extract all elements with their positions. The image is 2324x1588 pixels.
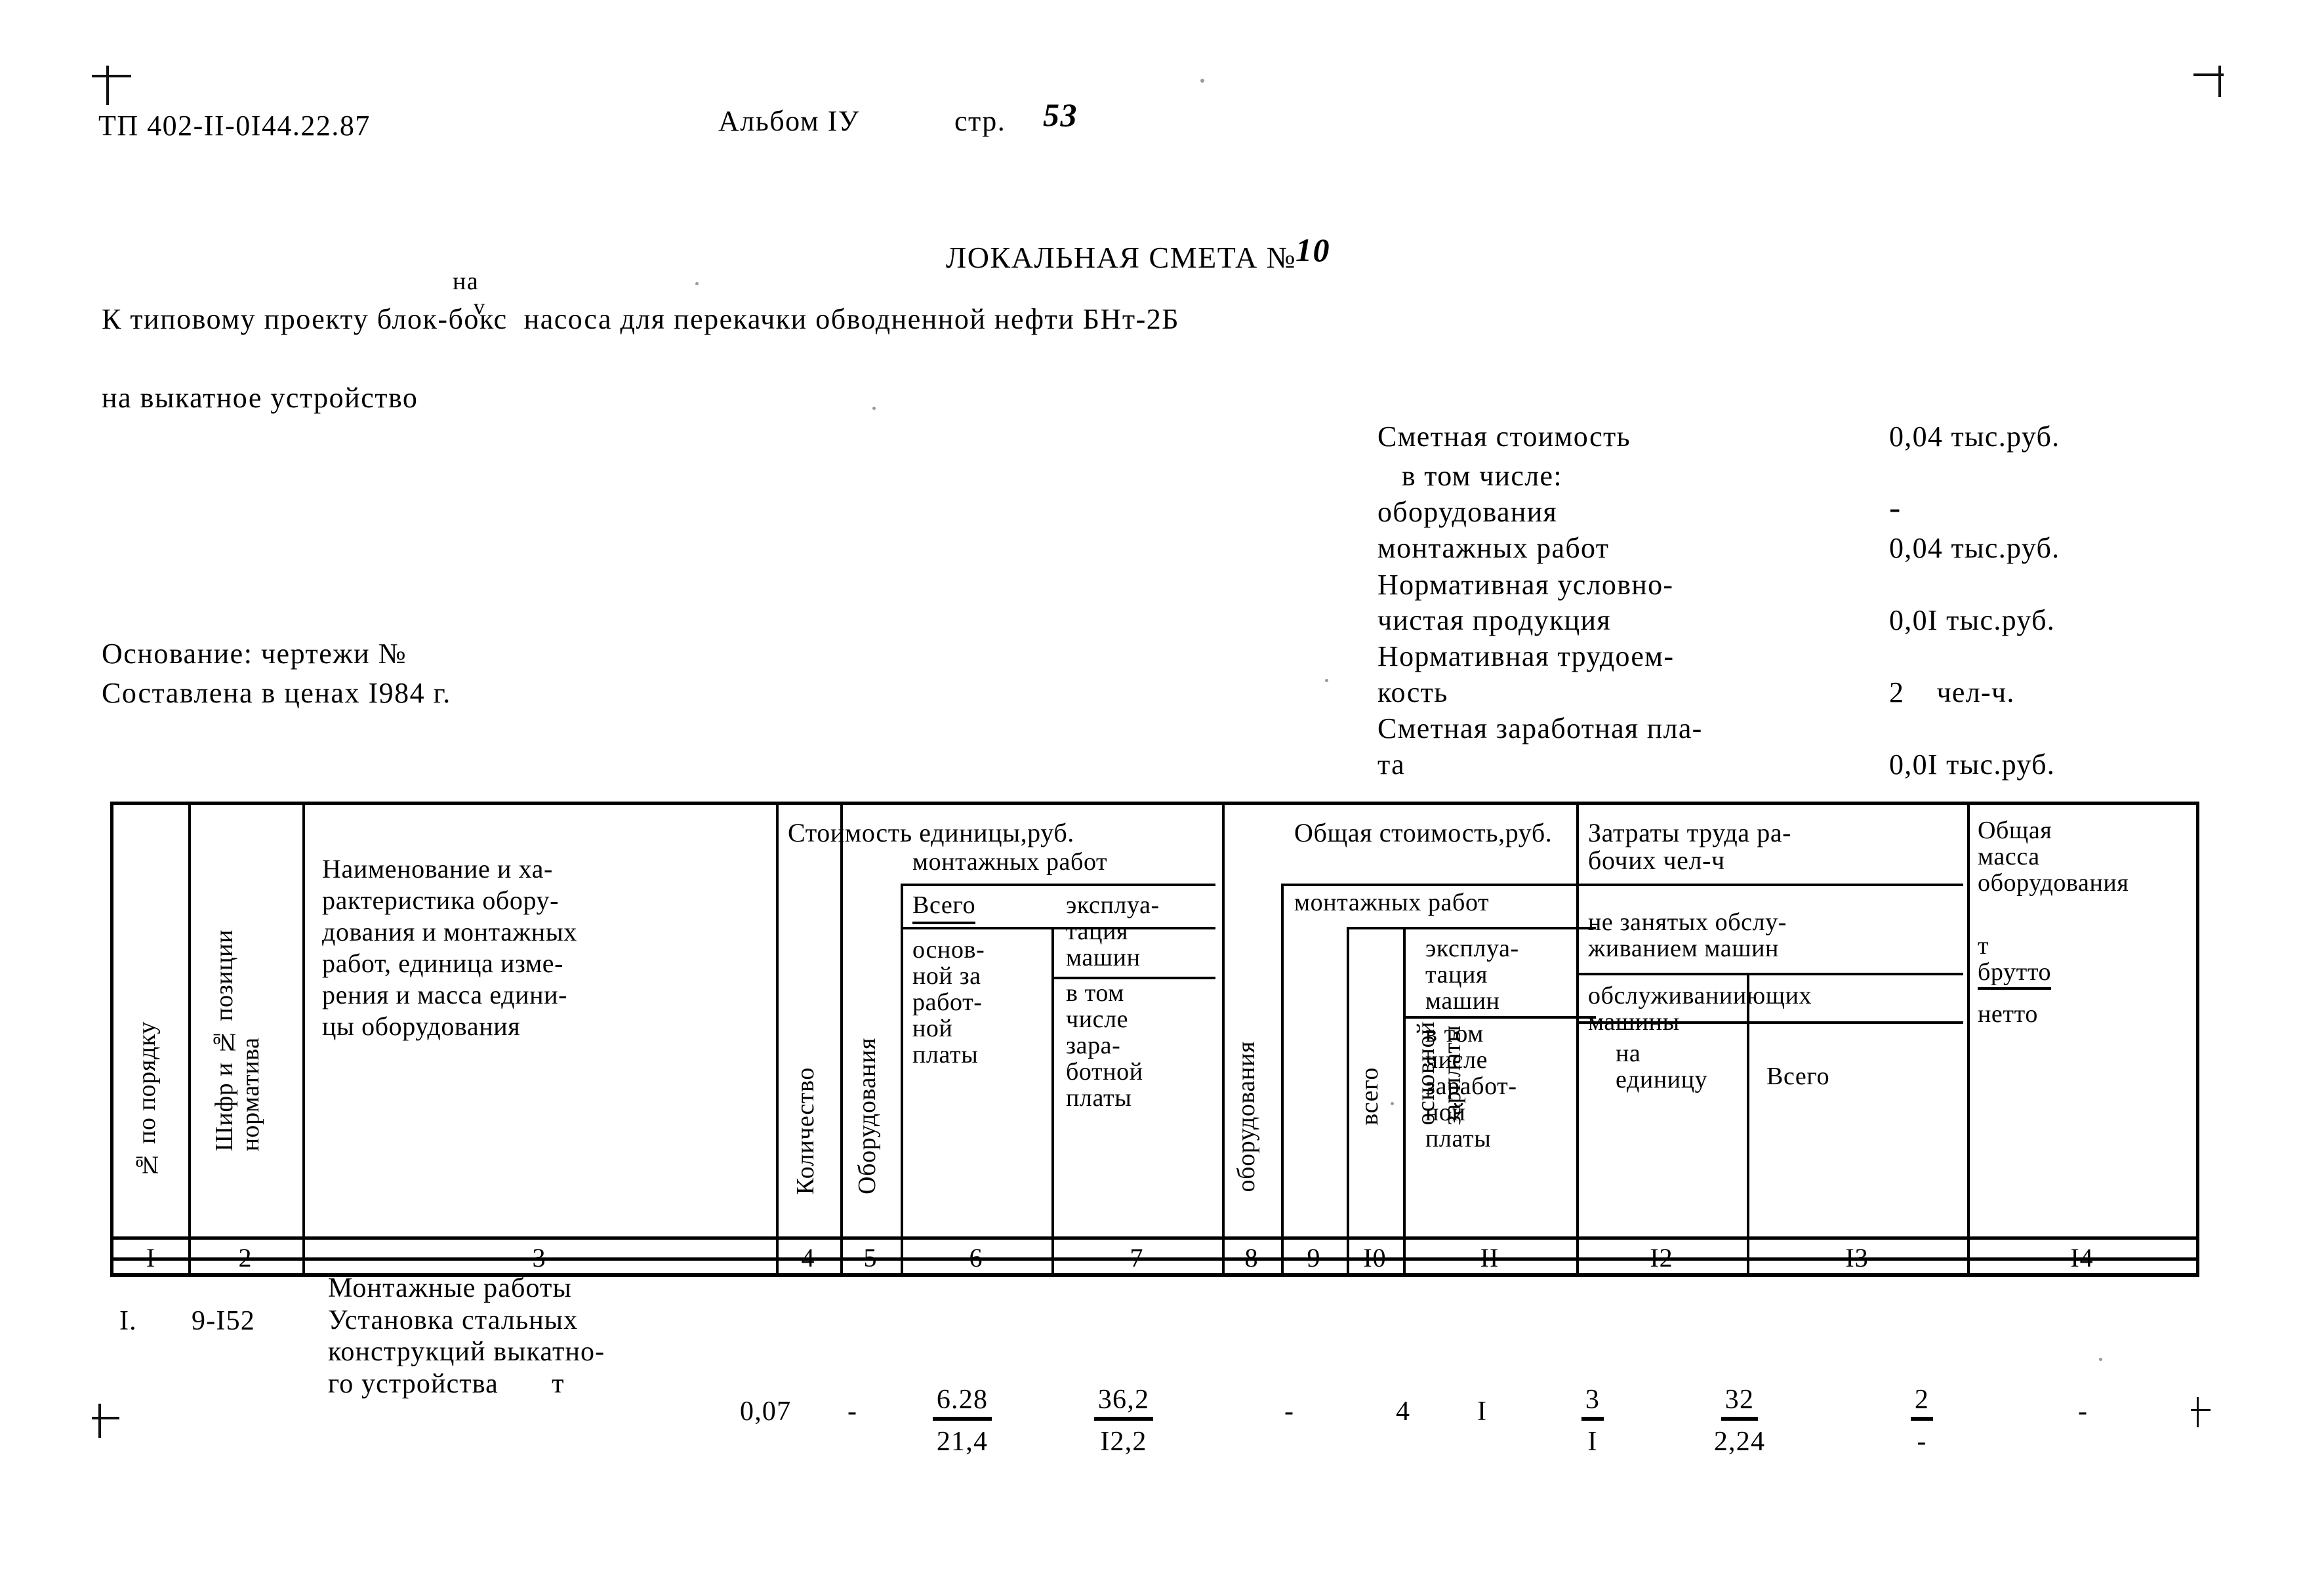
row-machine-fraction: 36,2 I2,2 bbox=[1068, 1384, 1179, 1457]
row-machine-total-denominator: I bbox=[1587, 1427, 1598, 1457]
row-labor-unit-fraction: 32 2,24 bbox=[1681, 1384, 1799, 1457]
row-labor-total-fraction: 2 - bbox=[1876, 1384, 1968, 1457]
row-machine-denominator: I2,2 bbox=[1100, 1427, 1147, 1457]
table-row: I. 9-I52 Монтажные работы Установка стал… bbox=[0, 0, 2324, 1588]
row-mount-total-denominator: 21,4 bbox=[936, 1427, 989, 1457]
scan-artifact bbox=[872, 407, 876, 410]
scan-artifact bbox=[2099, 1358, 2102, 1361]
row-labor-total-denominator: - bbox=[1917, 1427, 1927, 1457]
row-total-all: 4 bbox=[1396, 1396, 1411, 1427]
row-mass: - bbox=[2078, 1396, 2089, 1427]
row-norm-code: 9-I52 bbox=[192, 1306, 255, 1336]
scan-artifact bbox=[1391, 1102, 1394, 1105]
row-mount-total-fraction: 6.28 21,4 bbox=[907, 1384, 1018, 1457]
row-description: Монтажные работы Установка стальных конс… bbox=[328, 1273, 605, 1400]
row-machine-total-fraction: 3 I bbox=[1553, 1384, 1632, 1457]
row-base-salary: I bbox=[1477, 1396, 1488, 1427]
row-equipment-unit: - bbox=[847, 1396, 858, 1427]
row-mount-total-numerator: 6.28 bbox=[932, 1384, 992, 1421]
document-page: ТП 402-II-0I44.22.87 Альбом IУ стр. 53 Л… bbox=[0, 0, 2324, 1588]
scan-artifact bbox=[695, 282, 699, 285]
row-labor-unit-denominator: 2,24 bbox=[1713, 1427, 1766, 1457]
row-quantity: 0,07 bbox=[740, 1396, 792, 1427]
row-machine-total-numerator: 3 bbox=[1581, 1384, 1604, 1421]
row-equipment-total: - bbox=[1284, 1396, 1295, 1427]
row-machine-numerator: 36,2 bbox=[1093, 1384, 1154, 1421]
row-labor-total-numerator: 2 bbox=[1910, 1384, 1934, 1421]
scan-artifact bbox=[1200, 79, 1204, 83]
row-labor-unit-numerator: 32 bbox=[1721, 1384, 1759, 1421]
scan-artifact bbox=[1325, 679, 1328, 682]
row-order-number: I. bbox=[119, 1306, 137, 1336]
